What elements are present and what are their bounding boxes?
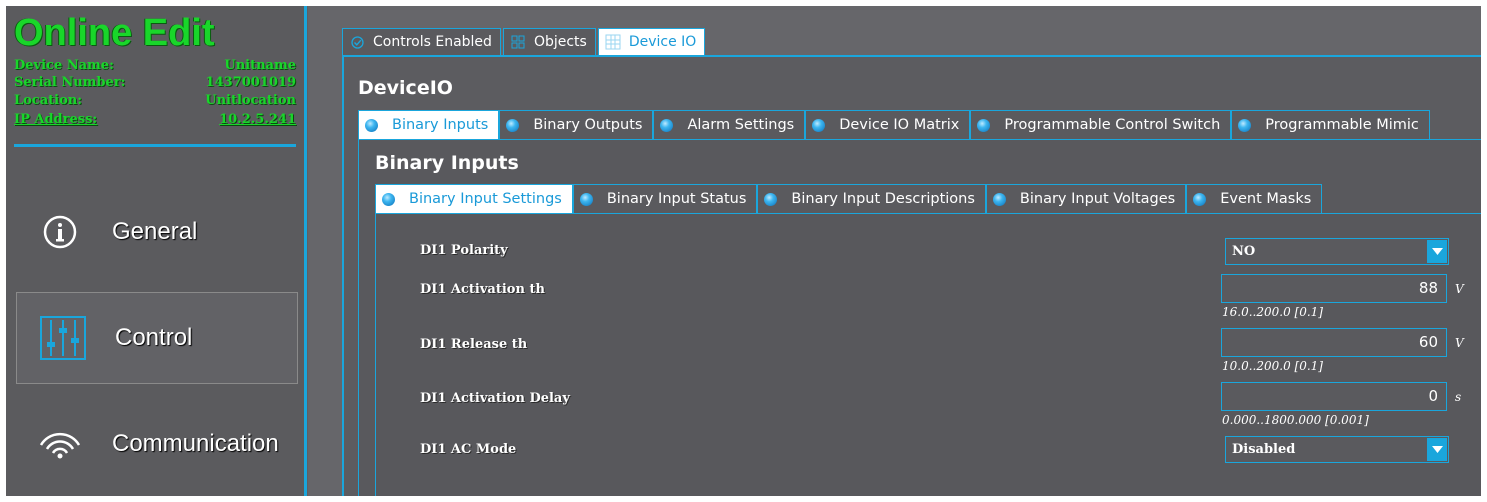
tab-controls-enabled-label: Controls Enabled bbox=[373, 34, 492, 50]
serial-number-row: Serial Number: 1437001019 bbox=[14, 74, 296, 91]
nav-general-label: General bbox=[112, 218, 198, 245]
tab-controls-enabled[interactable]: Controls Enabled bbox=[342, 28, 501, 55]
device-io-tab-bar: Binary Inputs Binary Outputs Alarm Setti… bbox=[358, 110, 1430, 139]
tab-objects[interactable]: Objects bbox=[502, 28, 596, 55]
nav-general[interactable]: General bbox=[14, 186, 296, 278]
tab-bullet-icon bbox=[579, 192, 593, 206]
tab-binary-input-descriptions[interactable]: Binary Input Descriptions bbox=[757, 184, 986, 213]
info-icon bbox=[30, 202, 90, 262]
chevron-down-icon[interactable] bbox=[1427, 240, 1447, 263]
tab-programmable-mimic[interactable]: Programmable Mimic bbox=[1231, 110, 1430, 139]
tab-bullet-icon bbox=[660, 118, 674, 132]
panel-divider bbox=[304, 6, 307, 496]
tab-label: Binary Input Descriptions bbox=[791, 191, 975, 207]
device-name-label: Device Name: bbox=[14, 58, 114, 73]
device-io-icon bbox=[605, 34, 621, 50]
top-tab-bar: Controls Enabled Objects Device IO bbox=[342, 28, 707, 55]
left-panel: Online Edit Device Name: Unitname Serial… bbox=[6, 6, 304, 496]
di1-release-th-input[interactable]: 60 bbox=[1221, 328, 1447, 357]
tab-bullet-icon bbox=[365, 118, 378, 132]
check-icon bbox=[349, 34, 365, 50]
tab-label: Binary Input Status bbox=[606, 191, 747, 207]
tab-label: Binary Input Voltages bbox=[1019, 191, 1176, 207]
settings-form: DI1 Polarity NO DI1 Activation th 88 V 1… bbox=[375, 213, 1481, 496]
ip-address-label: IP Address: bbox=[14, 112, 98, 127]
tab-device-io-matrix[interactable]: Device IO Matrix bbox=[805, 110, 971, 139]
tab-event-masks[interactable]: Event Masks bbox=[1186, 184, 1323, 213]
tab-bullet-icon bbox=[382, 192, 395, 206]
tab-bullet-icon bbox=[506, 118, 520, 132]
di1-activation-th-range: 16.0..200.0 [0.1] bbox=[1222, 305, 1323, 319]
tab-bullet-icon bbox=[1238, 118, 1252, 132]
di1-activation-delay-range: 0.000..1800.000 [0.001] bbox=[1222, 413, 1369, 427]
tab-label: Programmable Control Switch bbox=[1004, 117, 1221, 133]
di1-polarity-select[interactable]: NO bbox=[1225, 238, 1449, 265]
tab-binary-input-settings[interactable]: Binary Input Settings bbox=[375, 184, 573, 213]
chevron-down-icon[interactable] bbox=[1427, 438, 1447, 461]
di1-ac-mode-select[interactable]: Disabled bbox=[1225, 436, 1449, 463]
signal-icon bbox=[30, 414, 90, 474]
device-io-title: DeviceIO bbox=[358, 77, 453, 99]
tab-label: Device IO Matrix bbox=[839, 117, 960, 133]
binary-inputs-tab-bar: Binary Input Settings Binary Input Statu… bbox=[375, 184, 1323, 213]
tab-binary-input-status[interactable]: Binary Input Status bbox=[572, 184, 758, 213]
tab-label: Alarm Settings bbox=[687, 117, 795, 133]
app-title: Online Edit bbox=[14, 12, 215, 54]
location-row: Location: Unitlocation bbox=[14, 92, 296, 109]
di1-polarity-value: NO bbox=[1232, 244, 1256, 259]
info-divider bbox=[14, 144, 296, 147]
di1-ac-mode-value: Disabled bbox=[1232, 442, 1296, 457]
tab-bullet-icon bbox=[812, 118, 826, 132]
tab-device-io[interactable]: Device IO bbox=[597, 28, 706, 55]
nav-control-label: Control bbox=[115, 324, 193, 351]
nav-communication-label: Communication bbox=[112, 430, 279, 457]
ip-address-value: 10.2.5.241 bbox=[219, 112, 296, 127]
di1-activation-th-input[interactable]: 88 bbox=[1221, 274, 1447, 303]
tab-label: Binary Outputs bbox=[533, 117, 643, 133]
di1-release-th-unit: V bbox=[1455, 336, 1464, 350]
location-value: Unitlocation bbox=[205, 93, 296, 108]
tab-label: Event Masks bbox=[1220, 191, 1312, 207]
serial-number-label: Serial Number: bbox=[14, 75, 126, 90]
tab-alarm-settings[interactable]: Alarm Settings bbox=[653, 110, 806, 139]
di1-activation-delay-label: DI1 Activation Delay bbox=[420, 391, 570, 406]
serial-number-value: 1437001019 bbox=[205, 75, 296, 90]
nav-communication[interactable]: Communication bbox=[14, 398, 296, 490]
device-name-row: Device Name: Unitname bbox=[14, 57, 296, 74]
tab-programmable-control-switch[interactable]: Programmable Control Switch bbox=[970, 110, 1232, 139]
binary-inputs-title: Binary Inputs bbox=[375, 152, 519, 174]
tab-binary-outputs[interactable]: Binary Outputs bbox=[499, 110, 654, 139]
di1-activation-delay-input[interactable]: 0 bbox=[1221, 382, 1447, 411]
tab-label: Binary Inputs bbox=[392, 117, 489, 133]
tab-bullet-icon bbox=[1193, 192, 1207, 206]
tab-label: Programmable Mimic bbox=[1265, 117, 1419, 133]
binary-inputs-panel: Binary Inputs Binary Input Settings Bina… bbox=[358, 139, 1481, 496]
tab-device-io-label: Device IO bbox=[628, 34, 697, 50]
ip-address-row: IP Address: 10.2.5.241 bbox=[14, 111, 296, 128]
location-label: Location: bbox=[14, 93, 83, 108]
objects-icon bbox=[510, 34, 526, 50]
app-window: Online Edit Device Name: Unitname Serial… bbox=[6, 6, 1481, 496]
di1-activation-th-label: DI1 Activation th bbox=[420, 282, 545, 297]
tab-bullet-icon bbox=[977, 118, 991, 132]
tab-binary-input-voltages[interactable]: Binary Input Voltages bbox=[985, 184, 1187, 213]
sliders-icon bbox=[33, 308, 93, 368]
di1-polarity-label: DI1 Polarity bbox=[420, 243, 508, 258]
di1-activation-delay-unit: s bbox=[1455, 390, 1462, 404]
tab-objects-label: Objects bbox=[533, 34, 587, 50]
device-name-value: Unitname bbox=[224, 58, 296, 73]
main-panel: Controls Enabled Objects Device IO Devic… bbox=[308, 6, 1481, 496]
nav-control[interactable]: Control bbox=[16, 292, 298, 384]
tab-label: Binary Input Settings bbox=[409, 191, 562, 207]
di1-release-th-label: DI1 Release th bbox=[420, 337, 528, 352]
tab-bullet-icon bbox=[764, 192, 778, 206]
tab-binary-inputs[interactable]: Binary Inputs bbox=[358, 110, 500, 139]
device-io-panel: DeviceIO Binary Inputs Binary Outputs Al… bbox=[342, 55, 1481, 496]
di1-release-th-range: 10.0..200.0 [0.1] bbox=[1222, 359, 1323, 373]
di1-activation-th-unit: V bbox=[1455, 282, 1464, 296]
tab-bullet-icon bbox=[992, 192, 1006, 206]
di1-ac-mode-label: DI1 AC Mode bbox=[420, 442, 517, 457]
